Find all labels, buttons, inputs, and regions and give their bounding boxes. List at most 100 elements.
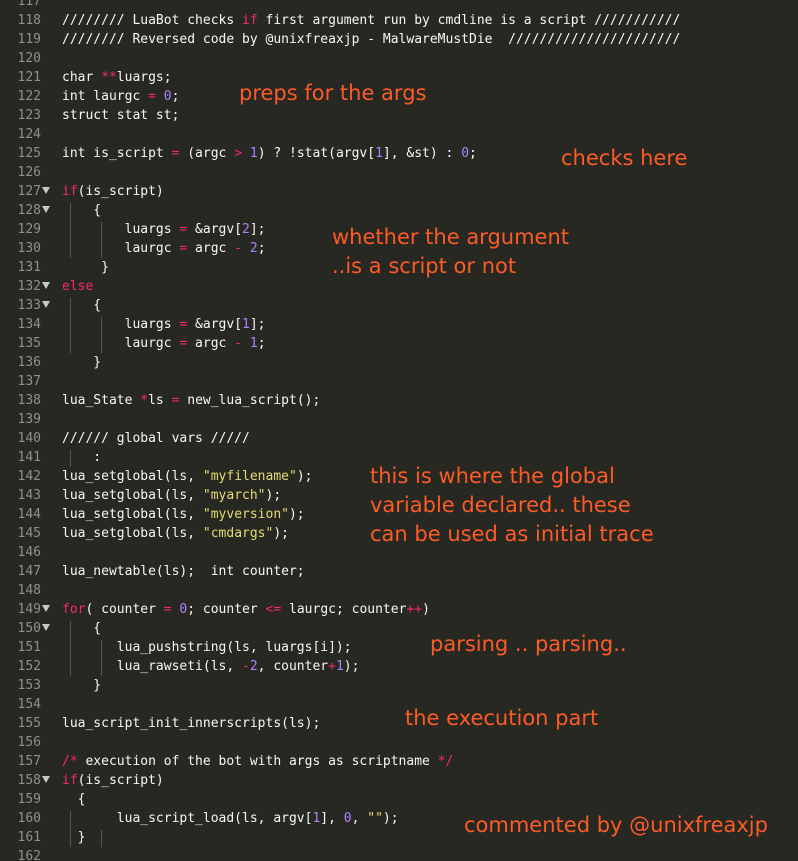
code-text: luargs = &argv[2]; xyxy=(62,220,266,239)
code-token: 2 xyxy=(242,222,250,237)
code-token: (argc xyxy=(179,146,235,161)
code-line[interactable]: 155 lua_script_init_innerscripts(ls); xyxy=(0,714,798,733)
fold-arrow-icon[interactable] xyxy=(42,605,50,612)
line-number: 162 xyxy=(17,849,41,861)
code-token: ; xyxy=(257,336,266,351)
code-token: laurgc xyxy=(62,336,180,351)
line-number: 123 xyxy=(17,108,41,123)
code-line[interactable]: 138 lua_State *ls = new_lua_script(); xyxy=(0,391,798,410)
code-token: lua_setglobal(ls, xyxy=(62,488,203,503)
code-token: */ xyxy=(437,754,454,769)
code-line[interactable]: 123 struct stat st; xyxy=(0,106,798,125)
code-line[interactable]: 159 { xyxy=(0,790,798,809)
code-line[interactable]: 128 { xyxy=(0,201,798,220)
code-token: 0 xyxy=(461,146,470,161)
code-line[interactable]: 137 xyxy=(0,372,798,391)
code-line[interactable]: 151 lua_pushstring(ls, luargs[i]); xyxy=(0,638,798,657)
line-number: 135 xyxy=(17,336,41,351)
code-line[interactable]: 152 lua_rawseti(ls, -2, counter+1); xyxy=(0,657,798,676)
code-token: - xyxy=(234,241,243,256)
line-number: 134 xyxy=(17,317,41,332)
code-line[interactable]: 154 xyxy=(0,695,798,714)
code-token: { xyxy=(62,298,102,313)
code-token: 1 xyxy=(335,659,344,674)
code-token: "myarch" xyxy=(202,488,266,503)
code-line[interactable]: 139 xyxy=(0,410,798,429)
code-line[interactable]: 162 xyxy=(0,847,798,861)
code-text: else xyxy=(62,277,93,296)
code-line[interactable]: 124 xyxy=(0,125,798,144)
fold-arrow-icon[interactable] xyxy=(42,187,50,194)
line-number: 146 xyxy=(17,545,41,560)
code-line[interactable]: 157 /* execution of the bot with args as … xyxy=(0,752,798,771)
code-token: ; xyxy=(257,241,266,256)
code-token: if xyxy=(62,773,78,788)
line-number: 145 xyxy=(17,526,41,541)
code-token: { xyxy=(62,792,86,807)
code-line[interactable]: 117 xyxy=(0,0,798,11)
code-token: > xyxy=(234,146,243,161)
code-text: //////// Reversed code by @unixfreaxjp -… xyxy=(62,30,680,49)
code-line[interactable]: 136 } xyxy=(0,353,798,372)
code-token: lua_script_init_innerscripts(ls); xyxy=(62,716,321,731)
code-line[interactable]: 134 luargs = &argv[1]; xyxy=(0,315,798,334)
code-token: 1 xyxy=(242,317,250,332)
line-number: 118 xyxy=(17,13,41,28)
code-editor[interactable]: 117 118 //////// LuaBot checks if first ar… xyxy=(0,0,798,861)
code-line[interactable]: 140 ////// global vars ///// xyxy=(0,429,798,448)
code-token: if xyxy=(242,13,258,28)
code-line[interactable]: 118 //////// LuaBot checks if first argum… xyxy=(0,11,798,30)
line-number: 119 xyxy=(17,32,41,47)
annotation-execution: the execution part xyxy=(405,706,599,730)
code-line[interactable]: 149 for( counter = 0; counter <= laurgc; … xyxy=(0,600,798,619)
code-line[interactable]: 156 xyxy=(0,733,798,752)
code-token: 1 xyxy=(249,146,258,161)
code-token: { xyxy=(62,621,102,636)
code-token: , counter xyxy=(257,659,329,674)
annotation-global-line-2: variable declared.. these xyxy=(370,493,631,517)
line-number: 154 xyxy=(17,697,41,712)
fold-arrow-icon[interactable] xyxy=(42,301,50,308)
code-token: //////// LuaBot checks xyxy=(62,13,243,28)
code-text: lua_setglobal(ls, "myversion"); xyxy=(62,505,305,524)
code-text: : xyxy=(62,448,101,467)
indent-guide xyxy=(70,450,71,467)
code-line[interactable]: 119 //////// Reversed code by @unixfreaxj… xyxy=(0,30,798,49)
code-line[interactable]: 153 } xyxy=(0,676,798,695)
fold-arrow-icon[interactable] xyxy=(42,624,50,631)
code-token: "myfilename" xyxy=(202,469,297,484)
code-text: lua_State *ls = new_lua_script(); xyxy=(62,391,320,410)
line-number: 161 xyxy=(17,830,41,845)
code-token: 0 xyxy=(343,811,352,826)
code-text: if(is_script) xyxy=(62,771,164,790)
code-line[interactable]: 133 { xyxy=(0,296,798,315)
fold-arrow-icon[interactable] xyxy=(42,282,50,289)
code-token: execution of the bot with args as script… xyxy=(77,754,438,769)
annotation-parsing: parsing .. parsing.. xyxy=(430,632,627,656)
code-token: /* xyxy=(62,754,78,769)
code-token: if xyxy=(62,184,78,199)
code-line[interactable]: 135 laurgc = argc - 1; xyxy=(0,334,798,353)
code-line[interactable]: 148 xyxy=(0,581,798,600)
code-token: luargs xyxy=(62,317,180,332)
line-number: 127 xyxy=(17,184,41,199)
code-text: char **luargs; xyxy=(62,68,172,87)
code-token: luargs; xyxy=(116,70,172,85)
code-line[interactable]: 127 if(is_script) xyxy=(0,182,798,201)
code-line[interactable]: 120 xyxy=(0,49,798,68)
code-line[interactable]: 150 { xyxy=(0,619,798,638)
code-token: ; xyxy=(171,89,180,104)
code-token: lua_rawseti(ls, xyxy=(62,659,243,674)
code-token: struct stat st; xyxy=(62,108,180,123)
fold-arrow-icon[interactable] xyxy=(42,776,50,783)
code-line[interactable]: 147 lua_newtable(ls); int counter; xyxy=(0,562,798,581)
indent-guide xyxy=(101,317,102,353)
fold-arrow-icon[interactable] xyxy=(42,206,50,213)
code-text: int is_script = (argc > 1) ? !stat(argv[… xyxy=(62,144,477,163)
code-text: if(is_script) xyxy=(62,182,164,201)
code-text: for( counter = 0; counter <= laurgc; cou… xyxy=(62,600,430,619)
code-line[interactable]: 158 if(is_script) xyxy=(0,771,798,790)
code-token: ; xyxy=(469,146,477,161)
